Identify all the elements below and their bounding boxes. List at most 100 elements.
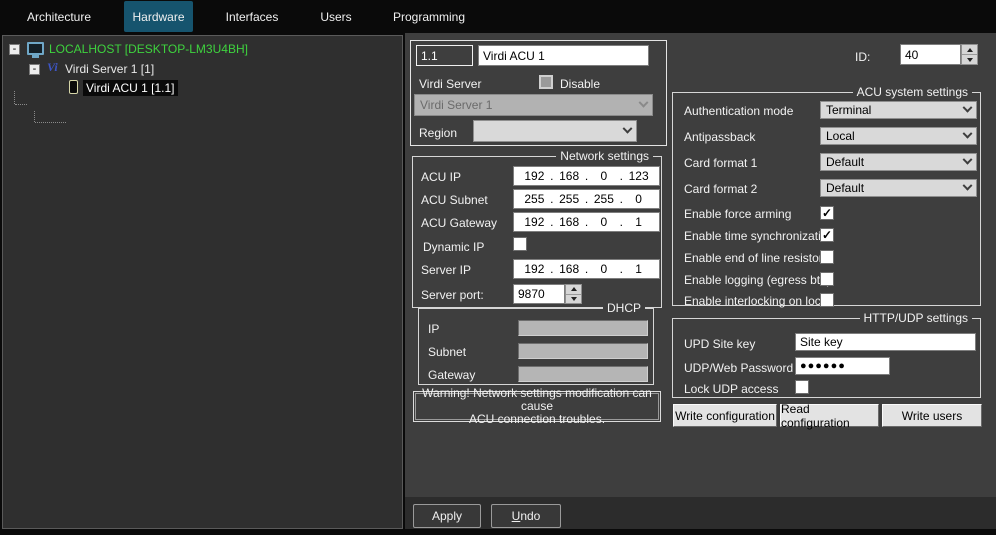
udp-web-password-input[interactable]: ●●●●●● (795, 357, 890, 375)
acu-subnet-label: ACU Subnet (421, 193, 488, 207)
spin-down-button[interactable] (962, 55, 977, 64)
warning-text-line1: Warning! Network settings modification c… (416, 387, 658, 413)
up-arrow-icon (967, 48, 973, 52)
virdi-server-select: Virdi Server 1 (414, 94, 653, 116)
dhcp-ip-field (518, 320, 648, 336)
tree-connector (34, 111, 35, 122)
dhcp-gateway-label: Gateway (428, 368, 475, 382)
acu-gateway-input[interactable]: 192. 168. 0. 1 (513, 212, 660, 232)
tree-node-virdi-acu[interactable]: Virdi ACU 1 [1.1] (83, 79, 178, 97)
card-format-2-label: Card format 2 (684, 182, 757, 196)
collapse-icon[interactable] (29, 64, 40, 75)
read-configuration-button[interactable]: Read configuration (780, 404, 879, 427)
dhcp-gateway-field (518, 366, 648, 382)
dhcp-subnet-field (518, 343, 648, 359)
server-ip-input[interactable]: 192. 168. 0. 1 (513, 259, 660, 279)
tree-node-localhost[interactable]: LOCALHOST [DESKTOP-LM3U4BH] (49, 40, 248, 58)
server-port-label: Server port: (421, 288, 484, 302)
antipassback-select[interactable]: Local (820, 127, 977, 145)
chevron-down-icon (639, 97, 649, 107)
collapse-icon[interactable] (9, 44, 20, 55)
lock-udp-access-label: Lock UDP access (684, 382, 778, 396)
dhcp-title: DHCP (603, 301, 645, 316)
enable-eol-resistors-checkbox[interactable] (820, 250, 834, 264)
chevron-down-icon (963, 128, 973, 138)
write-users-button[interactable]: Write users (882, 404, 982, 427)
dynamic-ip-checkbox[interactable] (513, 237, 527, 251)
acu-gateway-label: ACU Gateway (421, 216, 497, 230)
virdi-server-icon: Vi (47, 60, 58, 75)
down-arrow-icon (571, 297, 577, 301)
network-settings-title: Network settings (556, 149, 653, 164)
computer-icon (27, 42, 44, 55)
dynamic-ip-label: Dynamic IP (423, 240, 484, 254)
device-address-field[interactable]: 1.1 (416, 45, 473, 66)
apply-button[interactable]: Apply (413, 504, 481, 528)
virdi-server-label: Virdi Server (419, 77, 481, 91)
server-port-input[interactable]: 9870 (513, 284, 565, 304)
authentication-mode-select[interactable]: Terminal (820, 101, 977, 119)
tab-users[interactable]: Users (306, 1, 366, 32)
spin-up-button[interactable] (962, 45, 977, 55)
spin-up-button[interactable] (566, 285, 581, 295)
enable-force-arming-checkbox[interactable] (820, 206, 834, 220)
acu-subnet-input[interactable]: 255. 255. 255. 0 (513, 189, 660, 209)
tree-connector (15, 104, 27, 105)
device-name-input[interactable]: Virdi ACU 1 (478, 45, 649, 66)
acu-ip-label: ACU IP (421, 170, 461, 184)
enable-logging-checkbox[interactable] (820, 272, 834, 286)
tree-connector (35, 122, 66, 123)
upd-site-key-label: UPD Site key (684, 337, 755, 351)
region-select[interactable] (473, 120, 637, 142)
enable-time-sync-label: Enable time synchronization (684, 229, 834, 243)
enable-logging-label: Enable logging (egress btn) (684, 273, 831, 287)
down-arrow-icon (967, 58, 973, 62)
spin-down-button[interactable] (566, 295, 581, 304)
acu-ip-input[interactable]: 192. 168. 0. 123 (513, 166, 660, 186)
id-input[interactable]: 40 (900, 44, 961, 65)
tree-node-virdi-server[interactable]: Virdi Server 1 [1] (65, 60, 154, 78)
lock-udp-access-checkbox[interactable] (795, 380, 809, 394)
dhcp-subnet-label: Subnet (428, 345, 466, 359)
acu-system-settings-title: ACU system settings (853, 85, 972, 100)
server-port-spinner[interactable] (565, 284, 582, 304)
region-label: Region (419, 126, 457, 140)
write-configuration-button[interactable]: Write configuration (673, 404, 777, 427)
tab-interfaces[interactable]: Interfaces (210, 1, 294, 32)
dhcp-ip-label: IP (428, 322, 439, 336)
application-window: Architecture Hardware Interfaces Users P… (0, 0, 996, 535)
card-format-1-select[interactable]: Default (820, 153, 977, 171)
upd-site-key-input[interactable]: Site key (795, 333, 976, 351)
server-ip-label: Server IP (421, 263, 471, 277)
virdi-server-value: Virdi Server 1 (420, 98, 492, 112)
udp-web-password-label: UDP/Web Password (684, 361, 793, 375)
hardware-tree-panel: LOCALHOST [DESKTOP-LM3U4BH] Vi Virdi Ser… (2, 35, 403, 529)
network-warning-box: Warning! Network settings modification c… (413, 391, 661, 422)
warning-text-line2: ACU connection troubles. (469, 413, 605, 426)
enable-interlocking-label: Enable interlocking on locks (684, 294, 833, 308)
enable-time-sync-checkbox[interactable] (820, 228, 834, 242)
chevron-down-icon (963, 102, 973, 112)
acu-device-icon (69, 80, 78, 94)
enable-interlocking-checkbox[interactable] (820, 293, 834, 307)
up-arrow-icon (571, 287, 577, 291)
enable-eol-resistors-label: Enable end of line resistors (684, 251, 829, 265)
tab-programming[interactable]: Programming (378, 1, 480, 32)
enable-force-arming-label: Enable force arming (684, 207, 791, 221)
undo-button[interactable]: Undo (491, 504, 561, 528)
tab-hardware[interactable]: Hardware (124, 1, 193, 32)
chevron-down-icon (623, 123, 633, 133)
chevron-down-icon (963, 180, 973, 190)
chevron-down-icon (963, 154, 973, 164)
tab-architecture[interactable]: Architecture (12, 1, 106, 32)
disable-checkbox[interactable] (539, 75, 553, 89)
card-format-2-select[interactable]: Default (820, 179, 977, 197)
antipassback-label: Antipassback (684, 130, 755, 144)
authentication-mode-label: Authentication mode (684, 104, 793, 118)
tree-connector (14, 91, 15, 104)
card-format-1-label: Card format 1 (684, 156, 757, 170)
http-udp-settings-title: HTTP/UDP settings (860, 311, 972, 326)
id-spinner[interactable] (961, 44, 978, 65)
id-label: ID: (855, 50, 870, 64)
disable-label: Disable (560, 77, 600, 91)
